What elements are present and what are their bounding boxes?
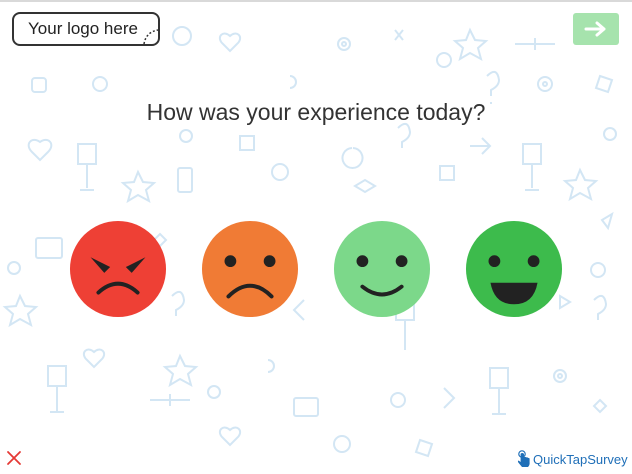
next-button[interactable] bbox=[573, 13, 619, 45]
page-curl-icon bbox=[143, 29, 159, 45]
angry-face-icon[interactable] bbox=[69, 220, 167, 318]
sad-face-icon[interactable] bbox=[201, 220, 299, 318]
tap-hand-icon bbox=[517, 450, 530, 467]
logo-placeholder: Your logo here bbox=[12, 12, 160, 46]
logo-text: Your logo here bbox=[28, 19, 138, 38]
close-icon[interactable] bbox=[6, 450, 22, 466]
survey-question: How was your experience today? bbox=[146, 99, 486, 125]
brand-name: QuickTapSurvey bbox=[533, 451, 628, 467]
arrow-right-icon bbox=[584, 21, 606, 37]
smile-face-icon[interactable] bbox=[333, 220, 431, 318]
grin-face-icon[interactable] bbox=[465, 220, 563, 318]
brand-logo: QuickTapSurvey bbox=[517, 450, 628, 468]
